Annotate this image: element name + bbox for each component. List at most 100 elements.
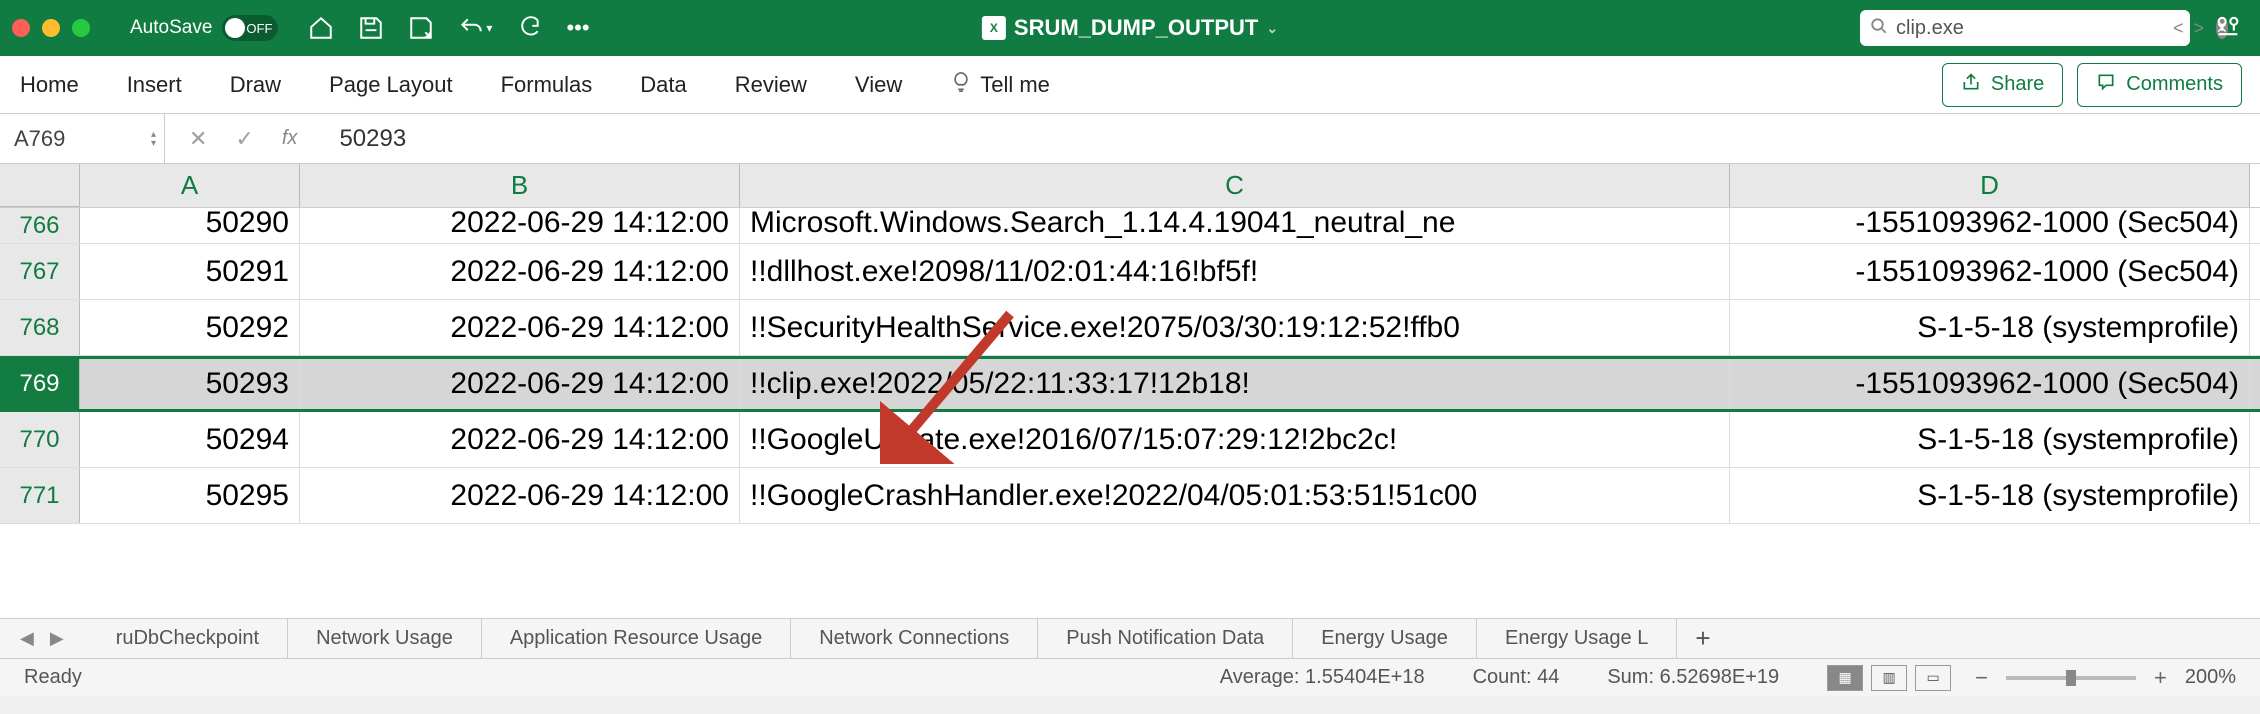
table-row[interactable]: 766 50290 2022-06-29 14:12:00 Microsoft.… [0,208,2260,244]
row-header[interactable]: 766 [0,208,80,243]
cell[interactable]: S-1-5-18 (systemprofile) [1730,300,2250,355]
zoom-out[interactable]: − [1975,665,1988,691]
cell[interactable]: 2022-06-29 14:12:00 [300,300,740,355]
zoom-slider[interactable] [2006,676,2136,680]
row-header[interactable]: 771 [0,468,80,523]
col-header-b[interactable]: B [300,164,740,207]
tab-insert[interactable]: Insert [127,72,182,98]
zoom-level: 200% [2185,666,2236,689]
cell[interactable]: -1551093962-1000 (Sec504) [1730,208,2250,243]
search-next[interactable]: > [2190,18,2209,39]
accept-formula[interactable]: ✓ [235,126,253,152]
search-input[interactable] [1896,17,2161,40]
cell[interactable]: 50293 [80,359,300,409]
redo-icon[interactable] [516,15,542,41]
sheet-tab[interactable]: Network Connections [791,619,1038,658]
cell[interactable]: !!GoogleCrashHandler.exe!2022/04/05:01:5… [740,468,1730,523]
cell[interactable]: !!GoogleUpdate.exe!2016/07/15:07:29:12!2… [740,412,1730,467]
cell[interactable]: 2022-06-29 14:12:00 [300,244,740,299]
cell[interactable]: !!clip.exe!2022/05/22:11:33:17!12b18! [740,359,1730,409]
cell[interactable]: -1551093962-1000 (Sec504) [1730,359,2250,409]
tab-draw[interactable]: Draw [230,72,281,98]
row-header[interactable]: 767 [0,244,80,299]
col-header-d[interactable]: D [1730,164,2250,207]
sheet-tab[interactable]: ruDbCheckpoint [88,619,288,658]
comments-button[interactable]: Comments [2077,63,2242,107]
tab-data[interactable]: Data [640,72,686,98]
ribbon-options-icon[interactable] [2214,12,2242,45]
tab-view[interactable]: View [855,72,902,98]
add-sheet[interactable]: + [1677,623,1728,654]
table-row[interactable]: 768 50292 2022-06-29 14:12:00 !!Security… [0,300,2260,356]
cell[interactable]: Microsoft.Windows.Search_1.14.4.19041_ne… [740,208,1730,243]
cell[interactable]: S-1-5-18 (systemprofile) [1730,412,2250,467]
fx-label[interactable]: fx [282,127,298,150]
col-header-c[interactable]: C [740,164,1730,207]
row-header[interactable]: 769 [0,359,80,409]
name-box-stepper[interactable]: ▴▾ [151,130,156,148]
table-row[interactable]: 769 50293 2022-06-29 14:12:00 !!clip.exe… [0,356,2260,412]
maximize-window[interactable] [72,19,90,37]
search-box[interactable]: < > ✕ [1860,10,2190,46]
tab-home[interactable]: Home [20,72,79,98]
cell[interactable]: !!SecurityHealthService.exe!2075/03/30:1… [740,300,1730,355]
row-header[interactable]: 768 [0,300,80,355]
cell[interactable]: 50294 [80,412,300,467]
view-page-break[interactable]: ▭ [1915,665,1951,691]
status-bar: Ready Average: 1.55404E+18 Count: 44 Sum… [0,658,2260,696]
tab-page-layout[interactable]: Page Layout [329,72,453,98]
sheet-tab[interactable]: Energy Usage L [1477,619,1677,658]
cell[interactable]: 50292 [80,300,300,355]
tab-scroll-right[interactable]: ▶ [50,628,64,649]
sheet-tab[interactable]: Push Notification Data [1038,619,1293,658]
tab-review[interactable]: Review [735,72,807,98]
status-sum: Sum: 6.52698E+19 [1607,666,1779,689]
zoom-in[interactable]: + [2154,665,2167,691]
table-row[interactable]: 770 50294 2022-06-29 14:12:00 !!GoogleUp… [0,412,2260,468]
row-header[interactable]: 770 [0,412,80,467]
cell[interactable]: 2022-06-29 14:12:00 [300,359,740,409]
name-box[interactable]: A769 ▴▾ [0,114,165,163]
autosave-label: AutoSave [130,17,212,39]
save-icon[interactable] [358,15,384,41]
select-all-corner[interactable] [0,164,80,207]
excel-file-icon: X [982,16,1006,40]
view-normal[interactable]: ▦ [1827,665,1863,691]
sheet-tab[interactable]: Application Resource Usage [482,619,791,658]
minimize-window[interactable] [42,19,60,37]
bulb-icon [950,71,972,99]
cell[interactable]: -1551093962-1000 (Sec504) [1730,244,2250,299]
document-title[interactable]: X SRUM_DUMP_OUTPUT ⌄ [982,15,1278,41]
home-icon[interactable] [308,15,334,41]
undo-icon[interactable]: ▾ [458,15,492,41]
cell[interactable]: 50291 [80,244,300,299]
cancel-formula[interactable]: ✕ [189,126,207,152]
close-window[interactable] [12,19,30,37]
sheet-tab[interactable]: Network Usage [288,619,482,658]
share-button[interactable]: Share [1942,63,2063,107]
cell[interactable]: 50295 [80,468,300,523]
cell[interactable]: !!dllhost.exe!2098/11/02:01:44:16!bf5f! [740,244,1730,299]
more-icon[interactable]: ••• [566,15,589,41]
tab-formulas[interactable]: Formulas [501,72,593,98]
tell-me[interactable]: Tell me [950,71,1050,99]
search-icon [1870,17,1888,40]
table-row[interactable]: 767 50291 2022-06-29 14:12:00 !!dllhost.… [0,244,2260,300]
formula-bar: A769 ▴▾ ✕ ✓ fx 50293 [0,114,2260,164]
cell[interactable]: 50290 [80,208,300,243]
save-as-icon[interactable] [408,15,434,41]
cell[interactable]: S-1-5-18 (systemprofile) [1730,468,2250,523]
col-header-a[interactable]: A [80,164,300,207]
cell[interactable]: 2022-06-29 14:12:00 [300,412,740,467]
search-prev[interactable]: < [2169,18,2188,39]
sheet-tab[interactable]: Energy Usage [1293,619,1477,658]
tab-scroll-left[interactable]: ◀ [20,628,34,649]
cell[interactable]: 2022-06-29 14:12:00 [300,208,740,243]
cell[interactable]: 2022-06-29 14:12:00 [300,468,740,523]
formula-input[interactable]: 50293 [321,125,2260,153]
spreadsheet-grid[interactable]: A B C D 766 50290 2022-06-29 14:12:00 Mi… [0,164,2260,618]
table-row[interactable]: 771 50295 2022-06-29 14:12:00 !!GoogleCr… [0,468,2260,524]
autosave-toggle[interactable]: AutoSave OFF [130,15,278,41]
view-page-layout[interactable]: ▥ [1871,665,1907,691]
window-controls [12,19,90,37]
